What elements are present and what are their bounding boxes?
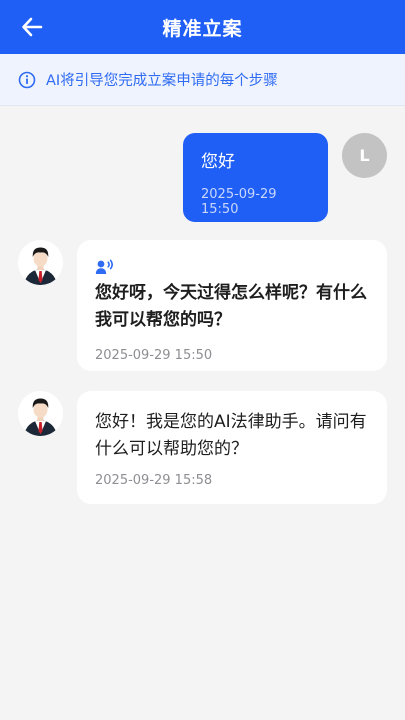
user-avatar[interactable]: L xyxy=(342,133,387,178)
notice-banner: AI将引导您完成立案申请的每个步骤 xyxy=(0,54,405,106)
message-text: 您好！我是您的AI法律助手。请问有什么可以帮助您的？ xyxy=(95,412,367,459)
assistant-message-bubble[interactable]: 您好！我是您的AI法律助手。请问有什么可以帮助您的？ 2025-09-29 15… xyxy=(77,391,387,504)
assistant-avatar[interactable] xyxy=(18,391,63,436)
lawyer-avatar-icon xyxy=(18,240,63,285)
message-text: 您好呀，今天过得怎么样呢？有什么我可以帮您的吗？ xyxy=(95,283,367,330)
user-message-bubble[interactable]: 您好 2025-09-29 15:50 xyxy=(183,133,328,222)
lawyer-avatar-icon xyxy=(18,391,63,436)
header-bar: 精准立案 xyxy=(0,0,405,54)
speaker-icon[interactable] xyxy=(95,258,115,276)
assistant-avatar[interactable] xyxy=(18,240,63,285)
chat-area[interactable]: 您好 2025-09-29 15:50 L 您好呀，今天过得怎么样呢？有什么我可… xyxy=(0,106,405,720)
assistant-message-bubble[interactable]: 您好呀，今天过得怎么样呢？有什么我可以帮您的吗？ 2025-09-29 15:5… xyxy=(77,240,387,371)
message-text: 您好 xyxy=(201,152,235,172)
message-timestamp: 2025-09-29 15:50 xyxy=(201,187,277,217)
arrow-left-icon xyxy=(22,17,43,37)
notice-text: AI将引导您完成立案申请的每个步骤 xyxy=(46,73,278,89)
info-circle-icon xyxy=(18,71,36,88)
message-timestamp: 2025-09-29 15:50 xyxy=(95,348,213,363)
message-timestamp: 2025-09-29 15:58 xyxy=(95,473,213,488)
back-button[interactable] xyxy=(14,9,50,45)
page-title: 精准立案 xyxy=(162,17,243,40)
